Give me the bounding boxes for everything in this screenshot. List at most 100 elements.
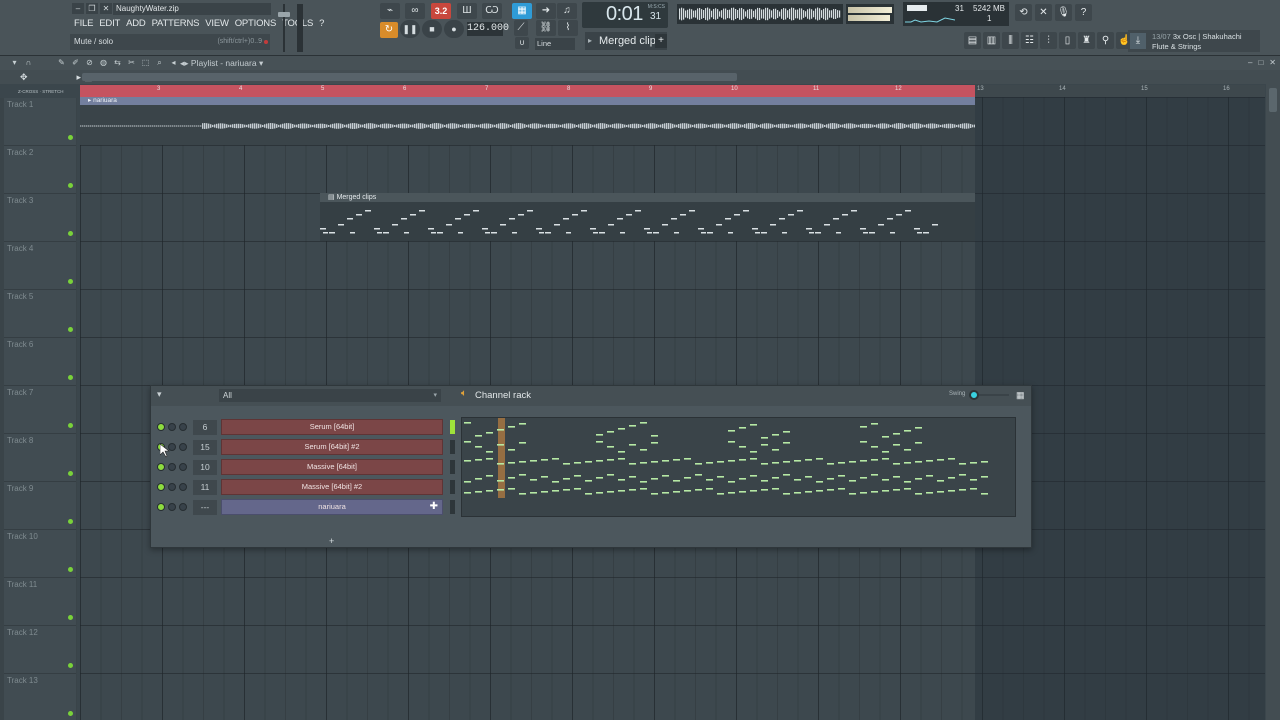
track-header[interactable]: Track 13 [4,674,76,720]
master-pitch-slider[interactable] [297,4,303,52]
snap-icon[interactable]: ⟋ [514,20,528,36]
paint-tool-icon[interactable]: ✐ [71,56,80,70]
arrow-icon[interactable]: ➜ [536,3,556,19]
stretch-label[interactable]: STRETCH [42,89,63,94]
news-panel[interactable]: ⤓ 13/07 3x Osc | Shakuhachi Flute & Stri… [1128,30,1260,52]
channel-volume-knob[interactable] [179,463,187,471]
channel-mixer-track[interactable]: 6 [193,420,217,435]
channel-select-indicator[interactable] [450,420,455,434]
plugin-picker-icon[interactable]: ⚲ [1097,32,1114,49]
bell-icon[interactable]: ♫ [557,3,577,19]
wait-input-icon[interactable]: ∞ [405,3,425,19]
tempo-tap-icon[interactable]: ♜ [1078,32,1095,49]
pattern-song-mode-button[interactable]: 3.2 [431,3,451,19]
menu-view[interactable]: VIEW [205,18,229,29]
track-header[interactable]: Track 2 [4,146,76,194]
magnet-icon[interactable]: ∪ [515,37,529,49]
channel-volume-knob[interactable] [179,503,187,511]
track-header[interactable]: Track 3 [4,194,76,242]
record-icon[interactable]: ● [444,20,464,38]
channel-enable-switch[interactable] [157,463,165,471]
track-mute-led[interactable] [68,711,73,716]
channel-rack-icon[interactable]: ☷ [1021,32,1038,49]
menu-add[interactable]: ADD [126,18,146,29]
delete-tool-icon[interactable]: ⊘ [85,56,94,70]
mic-icon[interactable]: 🎙 [1055,4,1072,21]
song-position-display[interactable]: 0:01 M:S:CS 31 [582,2,668,28]
close-icon[interactable]: ✕ [100,3,112,14]
channel-mixer-track[interactable]: --- [193,500,217,515]
track-mute-led[interactable] [68,423,73,428]
step-edit-icon[interactable]: Ш [457,3,477,19]
track-mute-led[interactable] [68,519,73,524]
channel-volume-knob[interactable] [179,423,187,431]
track-header[interactable]: Track 11 [4,578,76,626]
link-icon[interactable]: ⛓ [536,20,556,36]
track-header[interactable]: Track 10 [4,530,76,578]
track-mute-led[interactable] [68,327,73,332]
step-grid-icon[interactable]: ▦ [1016,390,1027,400]
track-mute-led[interactable] [68,471,73,476]
timeline-ruler[interactable]: 3 4 5 6 7 8 9 10 11 12 13 14 15 16 [80,85,1265,97]
draw-tool-icon[interactable]: ✎ [57,56,66,70]
menu-arrow-icon[interactable]: ▾ [10,56,19,70]
pattern-clip[interactable]: ▤ Merged clips [320,193,975,241]
track-mute-led[interactable] [68,615,73,620]
zcross-label[interactable]: Z-CROSS [18,89,38,94]
track-header[interactable]: Track 1 [4,98,76,146]
channel-pan-knob[interactable] [168,483,176,491]
slice-tool-icon[interactable]: ✂ [127,56,136,70]
channel-name-button[interactable]: Massive [64bit] #2 [221,479,443,495]
track-header[interactable]: Track 7 [4,386,76,434]
mute-tool-icon[interactable]: ◍ [99,56,108,70]
channel-enable-switch[interactable] [157,483,165,491]
minimize-icon[interactable]: – [72,3,84,14]
piano-roll-icon[interactable]: ▥ [983,32,1000,49]
track-mute-led[interactable] [68,183,73,188]
channel-name-button[interactable]: Massive [64bit] [221,459,443,475]
swing-slider[interactable] [979,394,1009,396]
rack-menu-arrow-icon[interactable]: ▾ [157,389,162,400]
plugin-icon[interactable]: ✕ [1035,4,1052,21]
channel-mixer-track[interactable]: 15 [193,440,217,455]
add-icon[interactable]: ✚ [430,500,438,514]
undo-history-icon[interactable]: ⟲ [1015,4,1032,21]
add-channel-button[interactable]: + [329,536,334,546]
channel-pan-knob[interactable] [168,463,176,471]
menu-edit[interactable]: EDIT [99,18,120,29]
menu-options[interactable]: OPTIONS [235,18,277,29]
track-header[interactable]: Track 6 [4,338,76,386]
track-mute-led[interactable] [68,279,73,284]
download-icon[interactable]: ⤓ [1130,33,1146,49]
channel-volume-knob[interactable] [179,483,187,491]
mic-record-icon[interactable]: ⌇ [558,20,578,36]
playback-tool-icon[interactable]: ◂ [169,56,178,70]
arrow-right-icon[interactable]: ▸ [77,70,82,84]
playlist-icon[interactable]: ▤ [964,32,981,49]
channel-select-indicator[interactable] [450,480,455,494]
help-icon[interactable]: ? [1075,4,1092,21]
select-tool-icon[interactable]: ⬚ [141,56,150,70]
snap-selector[interactable]: Line [535,38,575,50]
track-header[interactable]: Track 5 [4,290,76,338]
track-header[interactable]: Track 4 [4,242,76,290]
metronome-icon[interactable]: ⌁ [380,3,400,19]
audio-clip[interactable]: ▸ nariuara [80,97,975,145]
channel-volume-knob[interactable] [179,443,187,451]
magnet-snap-icon[interactable]: ∩ [24,56,33,70]
channel-mixer-track[interactable]: 10 [193,460,217,475]
eq-icon[interactable]: ⫶ [1040,32,1057,49]
mixer-icon[interactable]: ⫼ [1002,32,1019,49]
channel-mixer-track[interactable]: 11 [193,480,217,495]
loop-region[interactable] [80,85,975,97]
master-volume-slider[interactable] [277,4,291,52]
restore-icon[interactable]: ❐ [86,3,98,14]
slip-tool-icon[interactable]: ⇆ [113,56,122,70]
channel-enable-switch[interactable] [157,423,165,431]
playlist-maximize-icon[interactable]: □ [1258,56,1263,70]
track-header[interactable]: Track 8 [4,434,76,482]
blend-notes-icon[interactable]: Ѡ [482,3,502,19]
track-mute-led[interactable] [68,567,73,572]
channel-select-indicator[interactable] [450,460,455,474]
channel-pan-knob[interactable] [168,423,176,431]
